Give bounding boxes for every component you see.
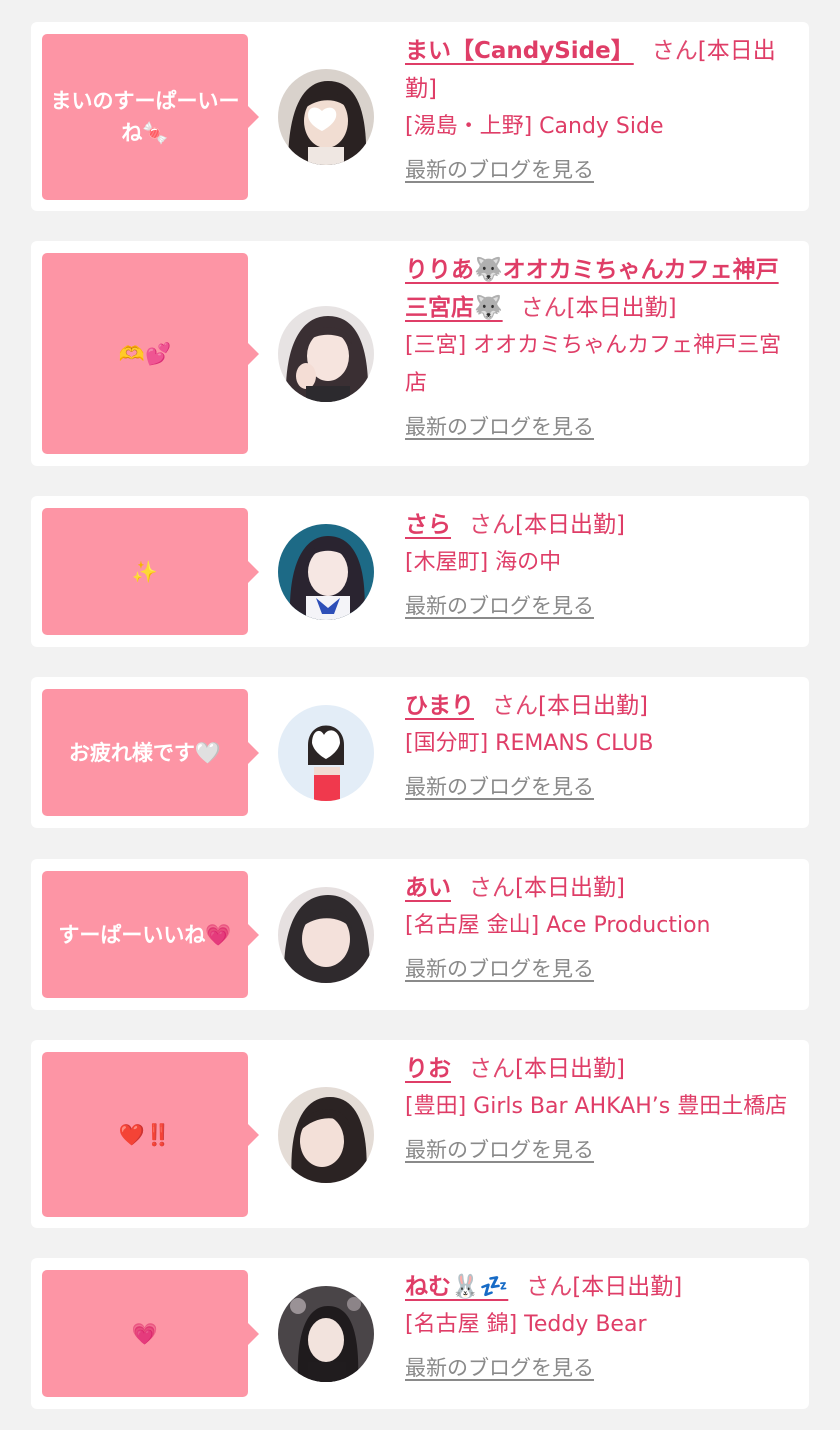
cast-name-link[interactable]: ねむ🐰💤 xyxy=(405,1274,508,1300)
message-text: お疲れ様です🤍 xyxy=(68,740,222,765)
shop-name: [三宮] オオカミちゃんカフェ神戸三宮店 xyxy=(405,333,782,396)
message-bubble: すーぱーいいね💗 xyxy=(42,871,259,998)
message-bubble: お疲れ様です🤍 xyxy=(42,689,259,816)
shop-name: [豊田] Girls Bar AHKAH’s 豊田土橋店 xyxy=(405,1094,788,1119)
list-item: お疲れ様です🤍 ひまり さん[本日出勤] [国分町] REMANS CLUB 最新… xyxy=(31,677,809,828)
status-text: [本日出勤] xyxy=(538,693,648,719)
entry-info: さら さん[本日出勤] [木屋町] 海の中 最新のブログを見る xyxy=(405,506,801,620)
list-item: すーぱーいいね💗 あい さん[本日出勤] [名古屋 金山] Ace Product… xyxy=(31,859,809,1010)
message-bubble: ❤️‼️ xyxy=(42,1052,259,1217)
entry-info: あい さん[本日出勤] [名古屋 金山] Ace Production 最新のブロ… xyxy=(405,869,801,983)
honorific: さん xyxy=(492,693,538,719)
list-item: ❤️‼️ りお さん[本日出勤] [豊田] Girls Bar AHKAH’s 豊… xyxy=(31,1040,809,1228)
avatar[interactable] xyxy=(278,524,374,620)
latest-blog-link[interactable]: 最新のブログを見る xyxy=(405,411,594,441)
status-text: [本日出勤] xyxy=(515,512,625,538)
entry-info: まい【CandySide】 さん[本日出勤] [湯島・上野] Candy Side… xyxy=(405,32,801,184)
honorific: さん xyxy=(469,512,515,538)
cast-name-link[interactable]: あい xyxy=(405,875,451,901)
avatar[interactable] xyxy=(278,1087,374,1183)
shop-name: [湯島・上野] Candy Side xyxy=(405,114,664,139)
latest-blog-link[interactable]: 最新のブログを見る xyxy=(405,1352,594,1382)
latest-blog-link[interactable]: 最新のブログを見る xyxy=(405,953,594,983)
list-item: まいのすーぱーいーね🍬 まい【CandySide】 さん[本日出勤] [湯島・上野… xyxy=(31,22,809,211)
status-text: [本日出勤] xyxy=(515,875,625,901)
list-item: 🫶💕 りりあ🐺オオカミちゃんカフェ神戸三宮店🐺 さん[本日出勤] [三宮] オオカ… xyxy=(31,241,809,466)
message-text: まいのすーぱーいーね🍬 xyxy=(50,89,240,145)
blog-like-list: まいのすーぱーいーね🍬 まい【CandySide】 さん[本日出勤] [湯島・上野… xyxy=(0,0,840,1430)
honorific: さん xyxy=(651,38,698,64)
latest-blog-link[interactable]: 最新のブログを見る xyxy=(405,771,594,801)
avatar[interactable] xyxy=(278,69,374,165)
entry-info: ねむ🐰💤 さん[本日出勤] [名古屋 錦] Teddy Bear 最新のブログを見… xyxy=(405,1268,801,1382)
list-item: 💗 ねむ🐰💤 さん[本日出勤] [名古屋 錦] Teddy Bear 最新のブログ… xyxy=(31,1258,809,1409)
message-text: 💗 xyxy=(131,1321,159,1346)
status-text: [本日出勤] xyxy=(566,295,677,321)
message-text: 🫶💕 xyxy=(118,341,172,366)
avatar[interactable] xyxy=(278,705,374,801)
message-text: ✨ xyxy=(131,559,159,584)
shop-name: [国分町] REMANS CLUB xyxy=(405,731,654,756)
cast-name-link[interactable]: さら xyxy=(405,512,451,538)
shop-name: [木屋町] 海の中 xyxy=(405,550,562,575)
message-text: ❤️‼️ xyxy=(118,1122,172,1147)
message-bubble: ✨ xyxy=(42,508,259,635)
entry-info: ひまり さん[本日出勤] [国分町] REMANS CLUB 最新のブログを見る xyxy=(405,687,801,801)
latest-blog-link[interactable]: 最新のブログを見る xyxy=(405,154,594,184)
shop-name: [名古屋 金山] Ace Production xyxy=(405,913,711,938)
cast-name-link[interactable]: ひまり xyxy=(405,693,474,719)
avatar[interactable] xyxy=(278,306,374,402)
honorific: さん xyxy=(526,1274,573,1300)
cast-name-link[interactable]: まい【CandySide】 xyxy=(405,38,634,64)
honorific: さん xyxy=(469,1056,515,1082)
honorific: さん xyxy=(469,875,515,901)
status-text: [本日出勤] xyxy=(515,1056,625,1082)
cast-name-link[interactable]: りお xyxy=(405,1056,451,1082)
avatar[interactable] xyxy=(278,1286,374,1382)
list-item: ✨ さら さん[本日出勤] [木屋町] 海の中 最新のブログを見る xyxy=(31,496,809,647)
shop-name: [名古屋 錦] Teddy Bear xyxy=(405,1312,647,1337)
latest-blog-link[interactable]: 最新のブログを見る xyxy=(405,1134,594,1164)
message-text: すーぱーいいね💗 xyxy=(58,922,232,947)
entry-info: りお さん[本日出勤] [豊田] Girls Bar AHKAH’s 豊田土橋店 … xyxy=(405,1050,801,1164)
status-text: [本日出勤] xyxy=(572,1274,683,1300)
message-bubble: 💗 xyxy=(42,1270,259,1397)
latest-blog-link[interactable]: 最新のブログを見る xyxy=(405,590,594,620)
message-bubble: まいのすーぱーいーね🍬 xyxy=(42,34,259,200)
message-bubble: 🫶💕 xyxy=(42,253,259,454)
honorific: さん xyxy=(520,295,567,321)
avatar[interactable] xyxy=(278,887,374,983)
entry-info: りりあ🐺オオカミちゃんカフェ神戸三宮店🐺 さん[本日出勤] [三宮] オオカミちゃ… xyxy=(405,251,801,441)
